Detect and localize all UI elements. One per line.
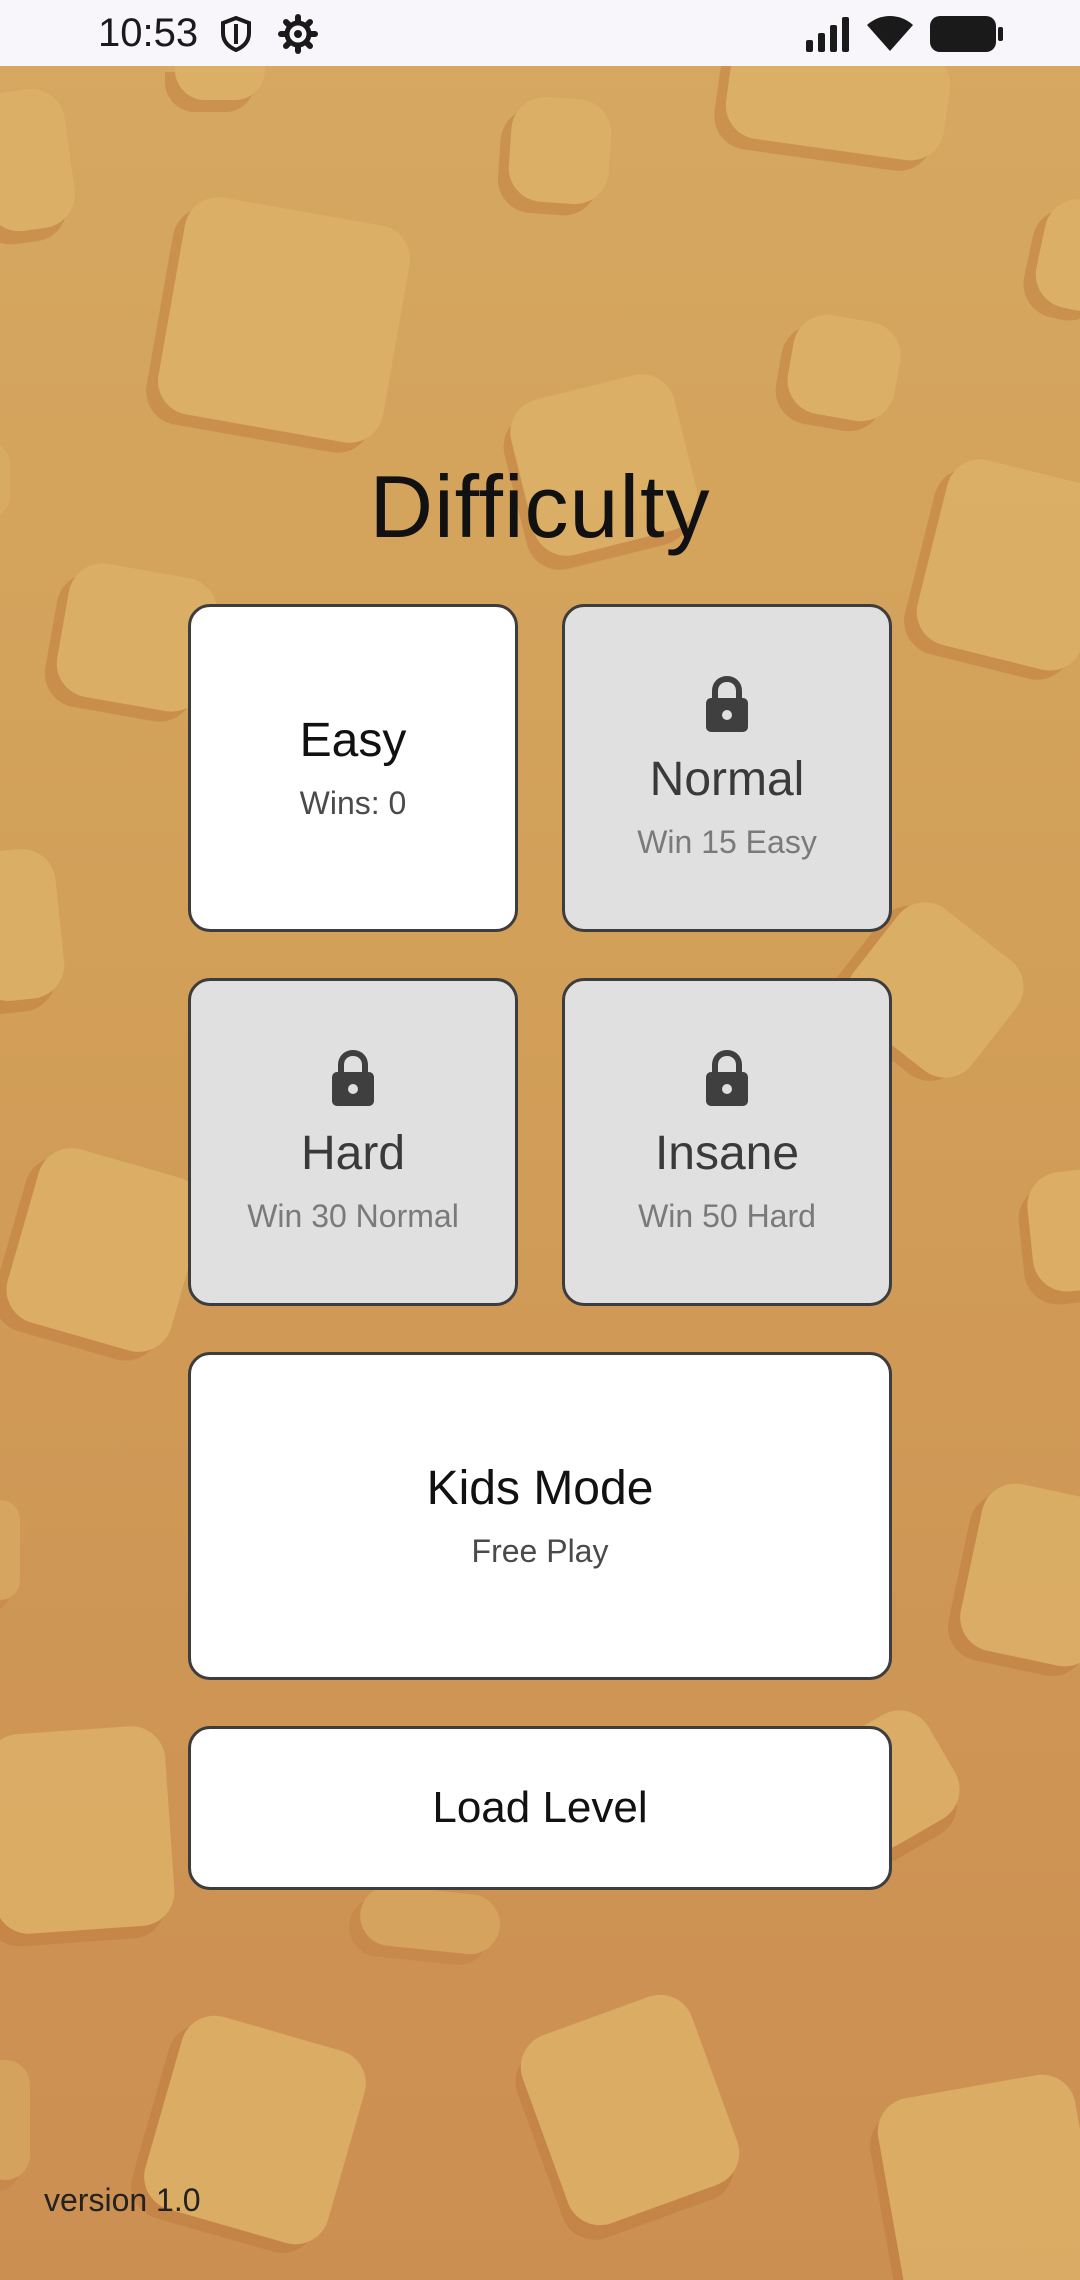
version-label: version 1.0	[44, 2182, 201, 2218]
difficulty-unlock-requirement: Win 50 Hard	[638, 1198, 816, 1234]
signal-icon	[806, 17, 849, 52]
background-tile	[953, 1477, 1080, 1673]
background-tile	[0, 1500, 20, 1600]
load-level-label: Load Level	[432, 1783, 648, 1832]
background-tile	[511, 1985, 749, 2235]
background-tile	[175, 60, 265, 100]
background-tile	[152, 191, 416, 449]
difficulty-name: Insane	[654, 1127, 800, 1180]
status-bar: 10:53	[0, 0, 1080, 66]
gear-icon	[278, 14, 318, 54]
difficulty-name: Easy	[299, 714, 407, 767]
status-time: 10:53	[98, 11, 199, 55]
kids-mode-button[interactable]: Kids Mode Free Play	[188, 1352, 892, 1680]
shield-icon	[221, 16, 251, 52]
background-tile	[0, 845, 68, 1005]
background-tile	[0, 1723, 177, 1937]
kids-mode-subtitle: Free Play	[471, 1533, 609, 1569]
app-screen: 10:53 Difficulty Easy Wins: 0 Normal Win…	[0, 0, 1080, 2280]
battery-icon	[930, 16, 1003, 52]
difficulty-normal-button[interactable]: Normal Win 15 Easy	[562, 604, 892, 932]
background-tile	[782, 309, 906, 427]
background-tile	[1029, 192, 1080, 318]
lock-icon	[706, 675, 748, 732]
background-tile	[506, 94, 614, 207]
difficulty-unlock-requirement: Win 15 Easy	[637, 824, 817, 860]
background-tile	[1024, 1165, 1080, 1295]
difficulty-subtitle: Wins: 0	[299, 785, 407, 821]
kids-mode-label: Kids Mode	[426, 1462, 654, 1515]
background-tile	[0, 2060, 30, 2180]
difficulty-name: Hard	[300, 1127, 406, 1180]
load-level-button[interactable]: Load Level	[188, 1726, 892, 1890]
difficulty-easy-button[interactable]: Easy Wins: 0	[188, 604, 518, 932]
lock-icon	[706, 1049, 748, 1106]
page-title: Difficulty	[369, 457, 711, 556]
background-tile	[0, 84, 80, 236]
difficulty-hard-button[interactable]: Hard Win 30 Normal	[188, 978, 518, 1306]
background-tile	[357, 1882, 503, 1958]
difficulty-name: Normal	[649, 753, 805, 806]
difficulty-insane-button[interactable]: Insane Win 50 Hard	[562, 978, 892, 1306]
difficulty-unlock-requirement: Win 30 Normal	[247, 1198, 459, 1234]
wifi-icon	[867, 16, 913, 51]
lock-icon	[332, 1049, 374, 1106]
background-tile	[0, 1140, 212, 1360]
background-tile	[872, 2069, 1080, 2280]
